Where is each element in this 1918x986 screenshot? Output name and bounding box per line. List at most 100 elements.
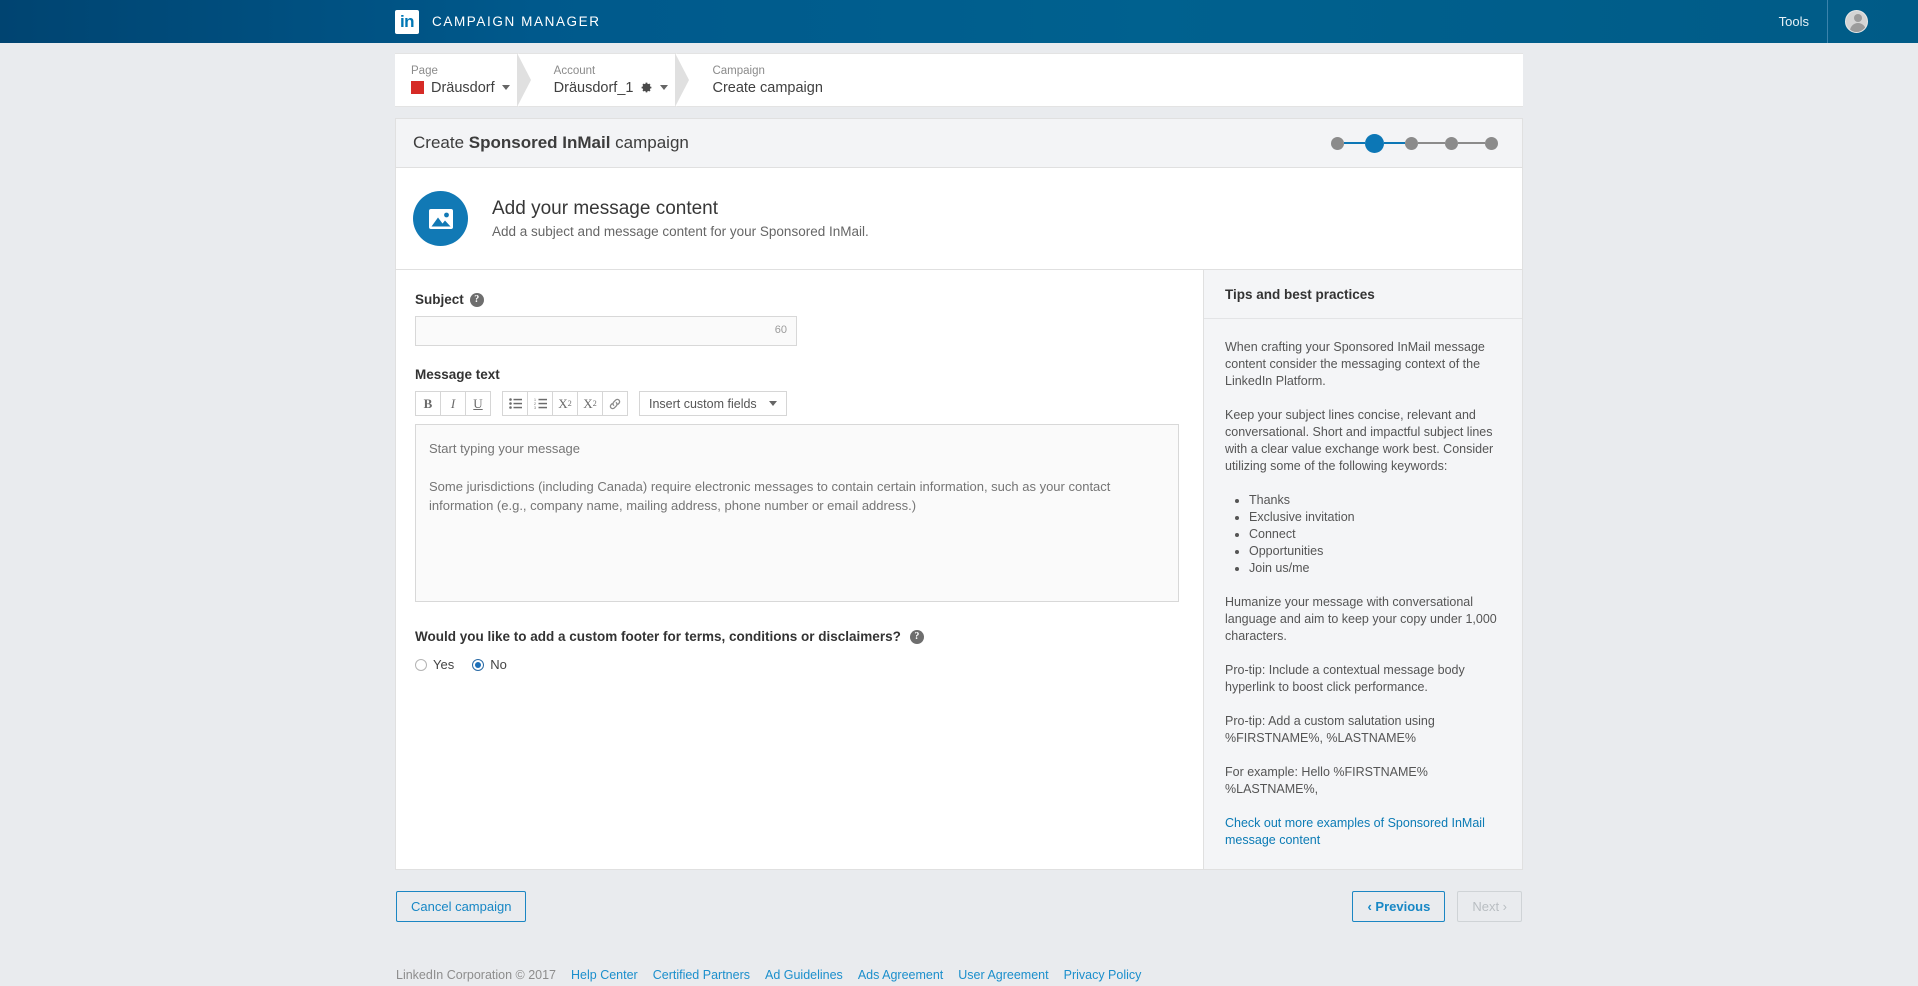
text-style-group: B I U bbox=[415, 391, 491, 416]
footer-link-certified-partners[interactable]: Certified Partners bbox=[653, 968, 750, 982]
list-and-insert-group: 1 2 3 X2 X2 bbox=[502, 391, 628, 416]
card-body: Subject ? 60 Message text B I bbox=[396, 270, 1522, 869]
tips-examples-link[interactable]: Check out more examples of Sponsored InM… bbox=[1225, 815, 1498, 849]
subscript-button[interactable]: X2 bbox=[577, 391, 603, 416]
breadcrumb-page[interactable]: Page Dräusdorf bbox=[395, 54, 532, 106]
list-item: Join us/me bbox=[1249, 560, 1498, 577]
form-column: Subject ? 60 Message text B I bbox=[396, 270, 1204, 869]
step-dot-4[interactable] bbox=[1445, 137, 1458, 150]
bold-button[interactable]: B bbox=[415, 391, 441, 416]
breadcrumb-page-label: Page bbox=[411, 64, 510, 79]
breadcrumb-campaign: Campaign Create campaign bbox=[690, 54, 844, 106]
previous-button[interactable]: ‹ Previous bbox=[1352, 891, 1445, 922]
account-chevron-down-icon[interactable] bbox=[660, 85, 668, 90]
user-avatar[interactable] bbox=[1845, 10, 1868, 33]
step-dot-3[interactable] bbox=[1405, 137, 1418, 150]
subject-help-icon[interactable]: ? bbox=[470, 293, 484, 307]
breadcrumb-account[interactable]: Account Dräusdorf_1 bbox=[532, 54, 691, 106]
subscript-base: X bbox=[583, 396, 592, 412]
image-icon bbox=[428, 208, 454, 230]
italic-button[interactable]: I bbox=[440, 391, 466, 416]
list-item: Opportunities bbox=[1249, 543, 1498, 560]
title-prefix: Create bbox=[413, 133, 469, 152]
tips-body: When crafting your Sponsored InMail mess… bbox=[1204, 319, 1522, 869]
footer-link-ads-agreement[interactable]: Ads Agreement bbox=[858, 968, 943, 982]
section-heading: Add your message content bbox=[492, 198, 869, 220]
breadcrumb-campaign-value: Create campaign bbox=[712, 79, 822, 97]
step-line-1 bbox=[1344, 142, 1365, 144]
message-textarea[interactable] bbox=[415, 424, 1179, 602]
custom-footer-radio-group: Yes No bbox=[415, 657, 1179, 672]
chevron-down-icon[interactable] bbox=[502, 85, 510, 90]
tips-paragraph-2: Keep your subject lines concise, relevan… bbox=[1225, 407, 1498, 475]
step-line-4 bbox=[1458, 142, 1485, 144]
insert-custom-fields-dropdown[interactable]: Insert custom fields bbox=[639, 391, 787, 416]
superscript-button[interactable]: X2 bbox=[552, 391, 578, 416]
create-campaign-card: Create Sponsored InMail campaign bbox=[395, 118, 1523, 870]
breadcrumb-separator-2 bbox=[676, 53, 690, 107]
breadcrumb: Page Dräusdorf Account Dräusdorf_1 bbox=[395, 53, 1523, 107]
insert-link-button[interactable] bbox=[602, 391, 628, 416]
subject-input[interactable] bbox=[415, 316, 797, 346]
tips-paragraph-4: Pro-tip: Include a contextual message bo… bbox=[1225, 662, 1498, 696]
subscript-exponent: 2 bbox=[593, 399, 597, 408]
title-suffix: campaign bbox=[610, 133, 688, 152]
step-line-3 bbox=[1418, 142, 1445, 144]
card-header-text: Add your message content Add a subject a… bbox=[492, 198, 869, 239]
radio-option-yes[interactable]: Yes bbox=[415, 657, 454, 672]
link-icon bbox=[608, 397, 622, 411]
radio-no-label: No bbox=[490, 657, 507, 672]
message-content-icon-circle bbox=[413, 191, 468, 246]
step-dot-5[interactable] bbox=[1485, 137, 1498, 150]
numbered-list-icon: 1 2 3 bbox=[534, 398, 547, 409]
cancel-campaign-button[interactable]: Cancel campaign bbox=[396, 891, 526, 922]
tips-panel: Tips and best practices When crafting yo… bbox=[1204, 270, 1522, 869]
svg-text:3: 3 bbox=[534, 406, 536, 409]
bullet-list-button[interactable] bbox=[502, 391, 528, 416]
list-item: Thanks bbox=[1249, 492, 1498, 509]
bullet-list-icon bbox=[509, 398, 522, 409]
step-dot-2-active[interactable] bbox=[1365, 134, 1384, 153]
footer-link-help-center[interactable]: Help Center bbox=[571, 968, 638, 982]
progress-stepper bbox=[1331, 134, 1498, 153]
breadcrumb-filler bbox=[845, 54, 1523, 106]
list-item: Exclusive invitation bbox=[1249, 509, 1498, 526]
step-line-2 bbox=[1384, 142, 1405, 144]
breadcrumb-campaign-label: Campaign bbox=[712, 64, 822, 79]
step-dot-1[interactable] bbox=[1331, 137, 1344, 150]
insert-fields-chevron-down-icon bbox=[769, 401, 777, 406]
tips-paragraph-1: When crafting your Sponsored InMail mess… bbox=[1225, 339, 1498, 390]
section-subheading: Add a subject and message content for yo… bbox=[492, 224, 869, 239]
top-nav-right: Tools bbox=[1761, 0, 1918, 43]
card-header-strip: Add your message content Add a subject a… bbox=[396, 168, 1522, 270]
tips-paragraph-5: Pro-tip: Add a custom salutation using %… bbox=[1225, 713, 1498, 747]
top-navigation-bar: in CAMPAIGN MANAGER Tools bbox=[0, 0, 1918, 43]
subject-label: Subject ? bbox=[415, 292, 1179, 307]
footer-link-ad-guidelines[interactable]: Ad Guidelines bbox=[765, 968, 843, 982]
numbered-list-button[interactable]: 1 2 3 bbox=[527, 391, 553, 416]
subject-field-wrapper: 60 bbox=[415, 316, 797, 346]
avatar-container bbox=[1828, 10, 1918, 33]
subject-label-text: Subject bbox=[415, 292, 464, 307]
tips-paragraph-3: Humanize your message with conversationa… bbox=[1225, 594, 1498, 645]
breadcrumb-page-value: Dräusdorf bbox=[431, 79, 495, 97]
brand-area[interactable]: in CAMPAIGN MANAGER bbox=[395, 10, 601, 34]
custom-footer-help-icon[interactable]: ? bbox=[910, 630, 924, 644]
gear-icon[interactable] bbox=[640, 81, 653, 94]
footer-link-privacy-policy[interactable]: Privacy Policy bbox=[1064, 968, 1142, 982]
linkedin-logo-icon: in bbox=[395, 10, 419, 34]
radio-option-no[interactable]: No bbox=[472, 657, 507, 672]
radio-yes-input[interactable] bbox=[415, 659, 427, 671]
underline-button[interactable]: U bbox=[465, 391, 491, 416]
tools-menu[interactable]: Tools bbox=[1761, 14, 1827, 29]
breadcrumb-account-value: Dräusdorf_1 bbox=[554, 79, 634, 97]
page-title: Create Sponsored InMail campaign bbox=[413, 133, 689, 153]
superscript-base: X bbox=[558, 396, 567, 412]
action-button-row: Cancel campaign ‹ Previous Next › bbox=[395, 891, 1523, 922]
custom-footer-question-text: Would you like to add a custom footer fo… bbox=[415, 629, 901, 644]
list-item: Connect bbox=[1249, 526, 1498, 543]
radio-no-input[interactable] bbox=[472, 659, 484, 671]
radio-yes-label: Yes bbox=[433, 657, 454, 672]
footer-link-user-agreement[interactable]: User Agreement bbox=[958, 968, 1048, 982]
content-column: Page Dräusdorf Account Dräusdorf_1 bbox=[395, 43, 1523, 982]
